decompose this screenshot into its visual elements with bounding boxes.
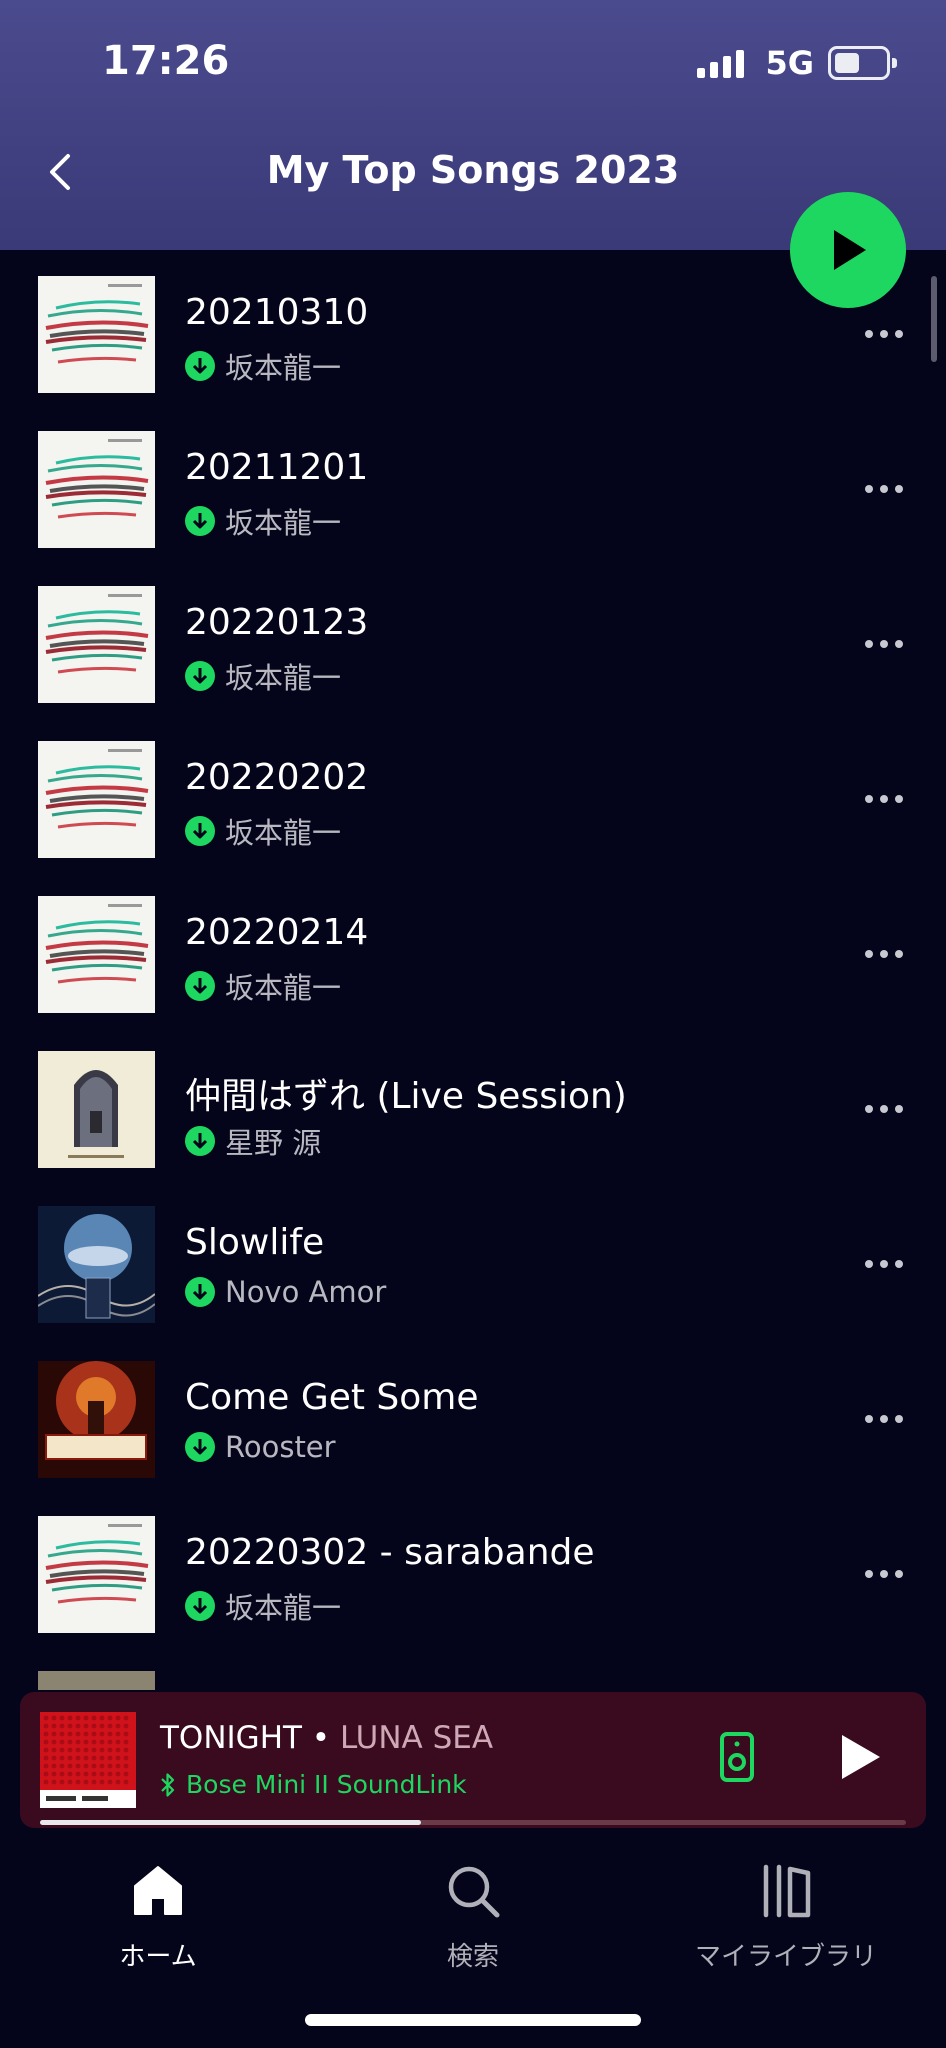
track-subtitle: 坂本龍一 [185,500,341,542]
album-art [38,586,155,703]
search-icon [448,1866,500,1918]
track-title: Slowlife [185,1222,325,1263]
more-options-icon[interactable] [865,1570,905,1580]
track-subtitle: Rooster [185,1430,336,1464]
speaker-icon[interactable] [720,1732,754,1782]
downloaded-icon [185,1591,215,1621]
track-list: 20210310 坂本龍一 20211201 坂本龍一 20220123 坂本龍一 2022… [0,250,946,1690]
album-art [38,1671,155,1690]
track-artist: 坂本龍一 [225,1591,342,1625]
track-artist: Novo Amor [225,1275,387,1309]
track-subtitle: 坂本龍一 [185,1585,341,1627]
track-artist: Rooster [225,1430,336,1464]
playback-progress[interactable] [40,1820,906,1825]
track-row-partial[interactable] [0,1645,946,1690]
track-title: 20210310 [185,292,369,333]
more-options-icon[interactable] [865,1415,905,1425]
album-art [38,1361,155,1478]
mini-play-icon[interactable] [838,1732,882,1782]
now-playing-separator: • [301,1720,340,1756]
mini-player-art [40,1712,136,1808]
album-art [38,1516,155,1633]
downloaded-icon [185,1432,215,1462]
progress-fill [40,1820,422,1825]
signal-icon [697,48,749,78]
track-subtitle: 坂本龍一 [185,345,341,387]
library-icon [763,1864,811,1918]
downloaded-icon [185,506,215,536]
more-options-icon[interactable] [865,1260,905,1270]
downloaded-icon [185,661,215,691]
track-row[interactable]: 20220202 坂本龍一 [0,715,946,870]
more-options-icon[interactable] [865,950,905,960]
track-title: 20220123 [185,602,369,643]
play-icon [834,230,866,270]
nav-label-search: 検索 [446,1942,499,1972]
track-subtitle: Novo Amor [185,1275,386,1309]
track-artist: 坂本龍一 [225,351,342,385]
device-name: Bose Mini II SoundLink [186,1770,467,1799]
track-row[interactable]: 20220214 坂本龍一 [0,870,946,1025]
track-row[interactable]: 20220302 - sarabande 坂本龍一 [0,1490,946,1645]
album-art [38,1206,155,1323]
now-playing-artist: LUNA SEA [339,1720,494,1756]
more-options-icon[interactable] [865,1105,905,1115]
track-subtitle: 坂本龍一 [185,810,341,852]
track-row[interactable]: Slowlife Novo Amor [0,1180,946,1335]
now-playing-title: TONIGHT • LUNA SEA [160,1720,493,1756]
nav-label-home: ホーム [119,1942,197,1972]
now-playing-track: TONIGHT [160,1720,302,1756]
play-button[interactable] [790,192,906,308]
track-title: 20220214 [185,912,369,953]
status-time: 17:26 [102,38,230,84]
downloaded-icon [185,816,215,846]
downloaded-icon [185,351,215,381]
track-artist: 坂本龍一 [225,661,342,695]
nav-label-library: マイライブラリ [694,1942,877,1972]
scrollbar[interactable] [931,276,937,362]
track-artist: 坂本龍一 [225,816,342,850]
track-title: Come Get Some [185,1377,479,1418]
battery-icon [828,46,897,80]
track-subtitle: 坂本龍一 [185,655,341,697]
album-art [38,276,155,393]
track-subtitle: 星野 源 [185,1120,321,1162]
downloaded-icon [185,1126,215,1156]
home-indicator [305,2014,641,2026]
track-row[interactable]: 20211201 坂本龍一 [0,405,946,560]
nav-home[interactable]: ホーム [48,1860,268,1973]
nav-library[interactable]: マイライブラリ [676,1860,896,1973]
track-title: 20211201 [185,447,369,488]
mini-player[interactable]: TONIGHT • LUNA SEA Bose Mini II SoundLin… [20,1692,926,1828]
more-options-icon[interactable] [865,795,905,805]
album-art [38,896,155,1013]
track-title: 20220302 - sarabande [185,1532,595,1573]
home-icon [134,1866,182,1915]
page-title: My Top Songs 2023 [266,148,680,192]
album-art [38,741,155,858]
nav-search[interactable]: 検索 [363,1860,583,1973]
more-options-icon[interactable] [865,640,905,650]
more-options-icon[interactable] [865,330,905,340]
track-subtitle: 坂本龍一 [185,965,341,1007]
track-row[interactable]: 仲間はずれ (Live Session) 星野 源 [0,1025,946,1180]
track-artist: 坂本龍一 [225,971,342,1005]
more-options-icon[interactable] [865,485,905,495]
status-indicators: 5G [697,44,897,82]
network-label: 5G [765,44,814,82]
track-row[interactable]: 20220123 坂本龍一 [0,560,946,715]
downloaded-icon [185,971,215,1001]
track-title: 仲間はずれ (Live Session) [185,1076,627,1117]
track-artist: 星野 源 [225,1126,322,1160]
album-art [38,431,155,548]
downloaded-icon [185,1277,215,1307]
track-row[interactable]: Come Get Some Rooster [0,1335,946,1490]
track-artist: 坂本龍一 [225,506,342,540]
track-title: 20220202 [185,757,369,798]
album-art [38,1051,155,1168]
bluetooth-icon [161,1772,175,1797]
connected-device[interactable]: Bose Mini II SoundLink [160,1770,467,1799]
